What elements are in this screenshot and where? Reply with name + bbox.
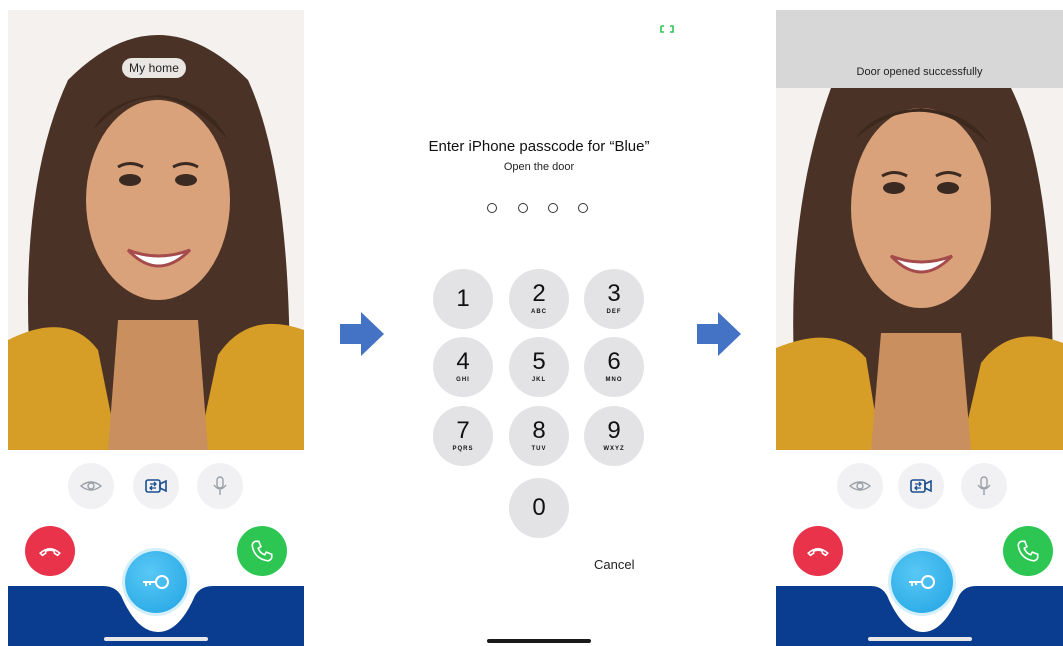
key-digit: 4 xyxy=(456,348,470,375)
key-letters: DEF xyxy=(606,309,622,315)
passcode-dot xyxy=(548,203,558,213)
phone-hangup-icon xyxy=(39,548,61,557)
keypad-key-9[interactable]: 9 WXYZ xyxy=(584,406,644,466)
microphone-button[interactable] xyxy=(961,463,1007,509)
key-icon xyxy=(143,575,169,589)
eye-icon xyxy=(848,481,872,491)
camera-switch-icon xyxy=(145,479,167,493)
battery-icon xyxy=(660,25,674,33)
key-letters: ABC xyxy=(531,309,547,315)
keypad-key-6[interactable]: 6 MNO xyxy=(584,337,644,397)
keypad-key-0[interactable]: 0 xyxy=(509,478,569,538)
keypad-key-8[interactable]: 8 TUV xyxy=(509,406,569,466)
home-label: My home xyxy=(122,58,187,78)
microphone-button[interactable] xyxy=(197,463,243,509)
right-arrow-icon xyxy=(337,309,387,359)
cancel-button[interactable]: Cancel xyxy=(594,557,634,572)
key-digit: 1 xyxy=(456,285,470,312)
eye-icon xyxy=(79,481,103,491)
key-letters: JKL xyxy=(531,377,547,383)
key-icon xyxy=(909,575,935,589)
key-letters: MNO xyxy=(605,377,623,383)
keypad-key-3[interactable]: 3 DEF xyxy=(584,269,644,329)
banner-text: Door opened successfully xyxy=(856,66,983,78)
open-door-key-button[interactable] xyxy=(885,545,959,619)
call-controls xyxy=(776,463,1063,509)
passcode-subtitle: Open the door xyxy=(503,161,575,173)
passcode-dot xyxy=(518,203,528,213)
accept-button[interactable] xyxy=(1003,526,1053,576)
phone-hangup-icon xyxy=(807,548,829,557)
passcode-dot xyxy=(487,203,497,213)
camera-switch-button[interactable] xyxy=(133,463,179,509)
phone-icon xyxy=(1017,540,1039,562)
key-letters: PQRS xyxy=(452,446,474,452)
keypad-key-5[interactable]: 5 JKL xyxy=(509,337,569,397)
video-call-screen-before: My home xyxy=(8,10,304,646)
passcode-screen: Enter iPhone passcode for “Blue” Open th… xyxy=(388,10,690,646)
eye-button[interactable] xyxy=(68,463,114,509)
video-call-screen-after: Door opened successfully xyxy=(776,10,1063,646)
call-controls xyxy=(8,463,304,509)
passcode-dot xyxy=(578,203,588,213)
decline-button[interactable] xyxy=(25,526,75,576)
microphone-icon xyxy=(213,476,227,495)
door-opened-banner: Door opened successfully xyxy=(776,10,1063,88)
key-digit: 5 xyxy=(532,348,546,375)
video-feed-image xyxy=(776,88,1063,450)
key-digit: 8 xyxy=(532,417,546,444)
home-indicator xyxy=(104,637,208,641)
right-arrow-icon xyxy=(694,309,744,359)
key-digit: 3 xyxy=(607,280,621,307)
keypad-key-7[interactable]: 7 PQRS xyxy=(433,406,493,466)
camera-switch-button[interactable] xyxy=(898,463,944,509)
home-indicator xyxy=(868,637,972,641)
key-digit: 0 xyxy=(532,494,546,521)
microphone-icon xyxy=(977,476,991,495)
key-digit: 9 xyxy=(607,417,621,444)
home-indicator xyxy=(487,639,591,643)
key-letters: WXYZ xyxy=(603,446,625,452)
keypad-key-1[interactable]: 1 xyxy=(433,269,493,329)
open-door-key-button[interactable] xyxy=(119,545,193,619)
video-feed xyxy=(776,88,1063,450)
passcode-dots xyxy=(487,203,591,217)
phone-icon xyxy=(251,540,273,562)
passcode-title: Enter iPhone passcode for “Blue” xyxy=(428,138,650,155)
eye-button[interactable] xyxy=(837,463,883,509)
camera-switch-icon xyxy=(910,479,932,493)
decline-button[interactable] xyxy=(793,526,843,576)
key-digit: 2 xyxy=(532,280,546,307)
key-letters: GHI xyxy=(456,377,470,383)
accept-button[interactable] xyxy=(237,526,287,576)
key-letters: TUV xyxy=(531,446,547,452)
keypad-key-4[interactable]: 4 GHI xyxy=(433,337,493,397)
key-digit: 7 xyxy=(456,417,470,444)
key-digit: 6 xyxy=(607,348,621,375)
keypad-key-2[interactable]: 2 ABC xyxy=(509,269,569,329)
